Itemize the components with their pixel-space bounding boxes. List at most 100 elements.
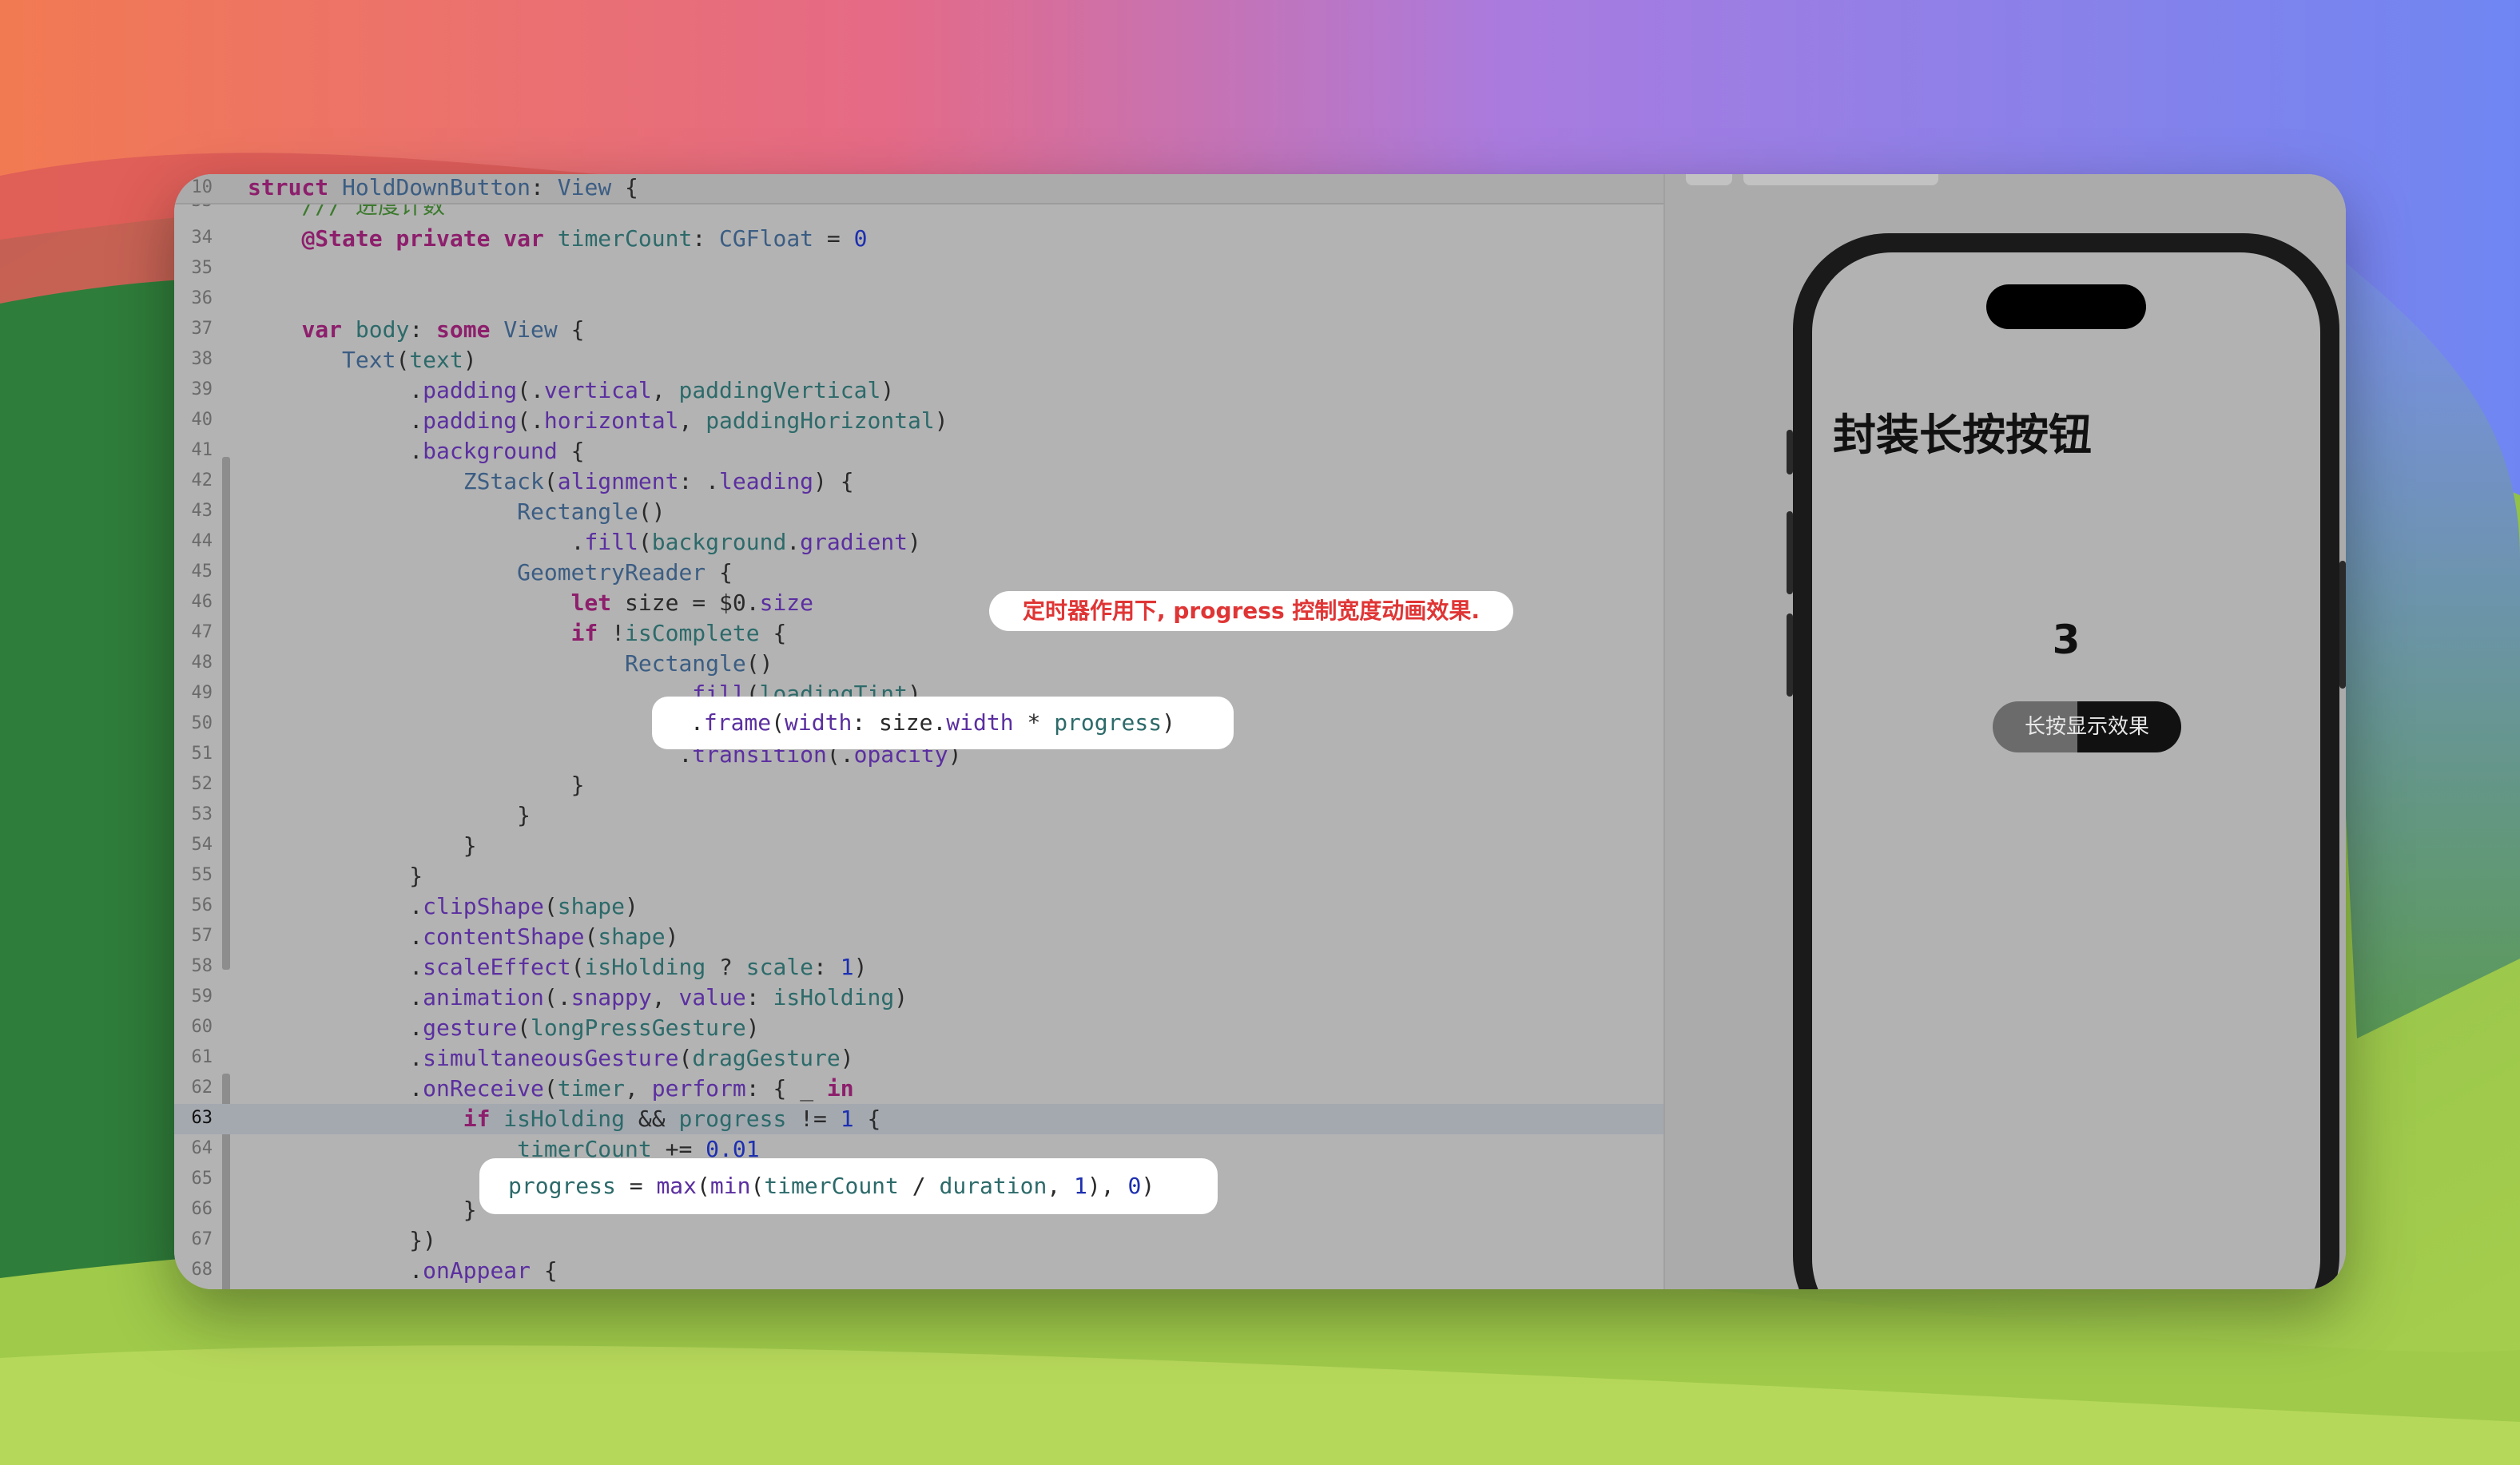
code-line[interactable]: 53 }: [174, 800, 1663, 831]
code-line-text: let size = $0.size: [570, 590, 814, 616]
code-line-text: struct HoldDownButton: View {: [248, 174, 638, 200]
code-line-text: .fill(background.gradient): [248, 529, 921, 555]
line-number: 52: [191, 774, 213, 794]
xcode-window: 10 struct HoldDownButton: View { 33 /// …: [174, 174, 2346, 1289]
code-line[interactable]: 56 .clipShape(shape): [174, 891, 1663, 922]
code-line-text: .onAppear {: [248, 1257, 558, 1284]
counter-value: 3: [2052, 617, 2081, 663]
code-line[interactable]: 67 }): [174, 1225, 1663, 1256]
line-number: 51: [191, 744, 213, 764]
code-line-text: .scaleEffect(isHolding ? scale: 1): [248, 954, 868, 980]
code-line[interactable]: 41 .background {: [174, 436, 1663, 466]
code-line-text: .padding(.vertical, paddingVertical): [248, 377, 895, 403]
code-line-text: @State private var timerCount: CGFloat =…: [301, 225, 868, 252]
code-line-text: .onReceive(timer, perform: { _ in: [248, 1075, 854, 1102]
line-number: 60: [191, 1017, 213, 1037]
screen-title: 封装长按按钮: [1833, 410, 2092, 460]
sticky-scope-header[interactable]: 10 struct HoldDownButton: View {: [174, 174, 1663, 204]
code-line[interactable]: 60 .gesture(longPressGesture): [174, 1013, 1663, 1043]
code-line-text: }: [248, 772, 585, 798]
code-line[interactable]: 34 @State private var timerCount: CGFloa…: [174, 224, 1663, 254]
code-line[interactable]: 54 }: [174, 831, 1663, 861]
line-number: 47: [191, 622, 213, 642]
code-line[interactable]: 55 }: [174, 861, 1663, 891]
line-number: 49: [191, 683, 213, 703]
highlight-frame-line: .frame(width: size.width * progress): [652, 697, 1234, 749]
code-line[interactable]: 48 Rectangle(): [174, 649, 1663, 679]
line-number: 42: [191, 470, 213, 490]
code-line-text: }: [248, 802, 531, 828]
code-line-text: GeometryReader {: [517, 559, 733, 586]
line-number: 10: [191, 177, 213, 197]
code-line[interactable]: 42 ZStack(alignment: .leading) {: [174, 466, 1663, 497]
code-line-text: ZStack(alignment: .leading) {: [463, 468, 854, 494]
code-line[interactable]: 39 .padding(.vertical, paddingVertical): [174, 375, 1663, 406]
action-button: [1787, 430, 1793, 474]
phone-screen: 封装长按按钮 3 长按显示效果: [1812, 252, 2320, 1289]
hold-down-button[interactable]: 长按显示效果: [1993, 701, 2181, 752]
code-line[interactable]: 44 .fill(background.gradient): [174, 527, 1663, 558]
code-line[interactable]: 57 .contentShape(shape): [174, 922, 1663, 952]
code-line-text: .clipShape(shape): [248, 893, 638, 919]
code-line[interactable]: 36: [174, 284, 1663, 315]
code-line[interactable]: 40 .padding(.horizontal, paddingHorizont…: [174, 406, 1663, 436]
line-number: 57: [191, 926, 213, 946]
line-number: 40: [191, 410, 213, 430]
code-line[interactable]: 62 .onReceive(timer, perform: { _ in: [174, 1074, 1663, 1104]
line-number: 35: [191, 258, 213, 278]
line-number: 46: [191, 592, 213, 612]
code-line-text: if !isComplete {: [570, 620, 787, 646]
code-line-text: Text(text): [342, 347, 477, 373]
preview-toolbar-button[interactable]: [1743, 174, 1938, 185]
code-line-text: .simultaneousGesture(dragGesture): [248, 1045, 854, 1071]
line-number: 67: [191, 1229, 213, 1249]
code-line[interactable]: 52 }: [174, 770, 1663, 800]
line-number: 41: [191, 440, 213, 460]
code-line[interactable]: 35: [174, 254, 1663, 284]
code-line-text: .gesture(longPressGesture): [248, 1014, 760, 1041]
code-line[interactable]: 61 .simultaneousGesture(dragGesture): [174, 1043, 1663, 1074]
line-number: 45: [191, 562, 213, 582]
line-number: 37: [191, 319, 213, 339]
dynamic-island: [1986, 284, 2146, 329]
line-number: 65: [191, 1169, 213, 1189]
line-number: 58: [191, 956, 213, 976]
side-button: [2339, 561, 2346, 689]
code-line-text: if isHolding && progress != 1 {: [463, 1106, 881, 1132]
line-number: 55: [191, 865, 213, 885]
code-line-text: }: [248, 863, 423, 889]
volume-down-button: [1787, 613, 1793, 697]
line-number: 50: [191, 713, 213, 733]
code-line[interactable]: 59 .animation(.snappy, value: isHolding): [174, 983, 1663, 1013]
code-line-text: }: [248, 1197, 477, 1223]
highlighted-code-text: .frame(width: size.width * progress): [690, 709, 1175, 736]
line-number: 39: [191, 379, 213, 399]
line-number: 44: [191, 531, 213, 551]
code-line-text: .contentShape(shape): [248, 923, 679, 950]
line-number: 38: [191, 349, 213, 369]
code-line-text: Rectangle(): [517, 498, 666, 525]
line-number: 64: [191, 1138, 213, 1158]
annotation-callout: 定时器作用下, progress 控制宽度动画效果.: [989, 591, 1513, 631]
iphone-simulator: 封装长按按钮 3 长按显示效果: [1787, 233, 2346, 1289]
line-number: 54: [191, 835, 213, 855]
code-line[interactable]: 37 var body: some View {: [174, 315, 1663, 345]
code-line-text: .background {: [248, 438, 585, 464]
preview-toolbar-button[interactable]: [1686, 174, 1732, 185]
code-line[interactable]: 38 Text(text): [174, 345, 1663, 375]
line-number: 43: [191, 501, 213, 521]
line-number: 59: [191, 987, 213, 1006]
code-line[interactable]: 45 GeometryReader {: [174, 558, 1663, 588]
code-line[interactable]: 68 .onAppear {: [174, 1256, 1663, 1286]
line-number: 36: [191, 288, 213, 308]
code-editor[interactable]: 10 struct HoldDownButton: View { 33 /// …: [174, 174, 1663, 1289]
current-code-line[interactable]: 63 if isHolding && progress != 1 {: [174, 1104, 1663, 1134]
highlighted-code-text: progress = max(min(timerCount / duration…: [508, 1173, 1155, 1199]
code-line-text: .padding(.horizontal, paddingHorizontal): [248, 407, 948, 434]
line-number: 61: [191, 1047, 213, 1067]
code-line-text: var body: some View {: [301, 316, 585, 343]
line-number: 34: [191, 228, 213, 248]
canvas-preview: 封装长按按钮 3 长按显示效果: [1663, 174, 2346, 1289]
code-line[interactable]: 58 .scaleEffect(isHolding ? scale: 1): [174, 952, 1663, 983]
code-line[interactable]: 43 Rectangle(): [174, 497, 1663, 527]
